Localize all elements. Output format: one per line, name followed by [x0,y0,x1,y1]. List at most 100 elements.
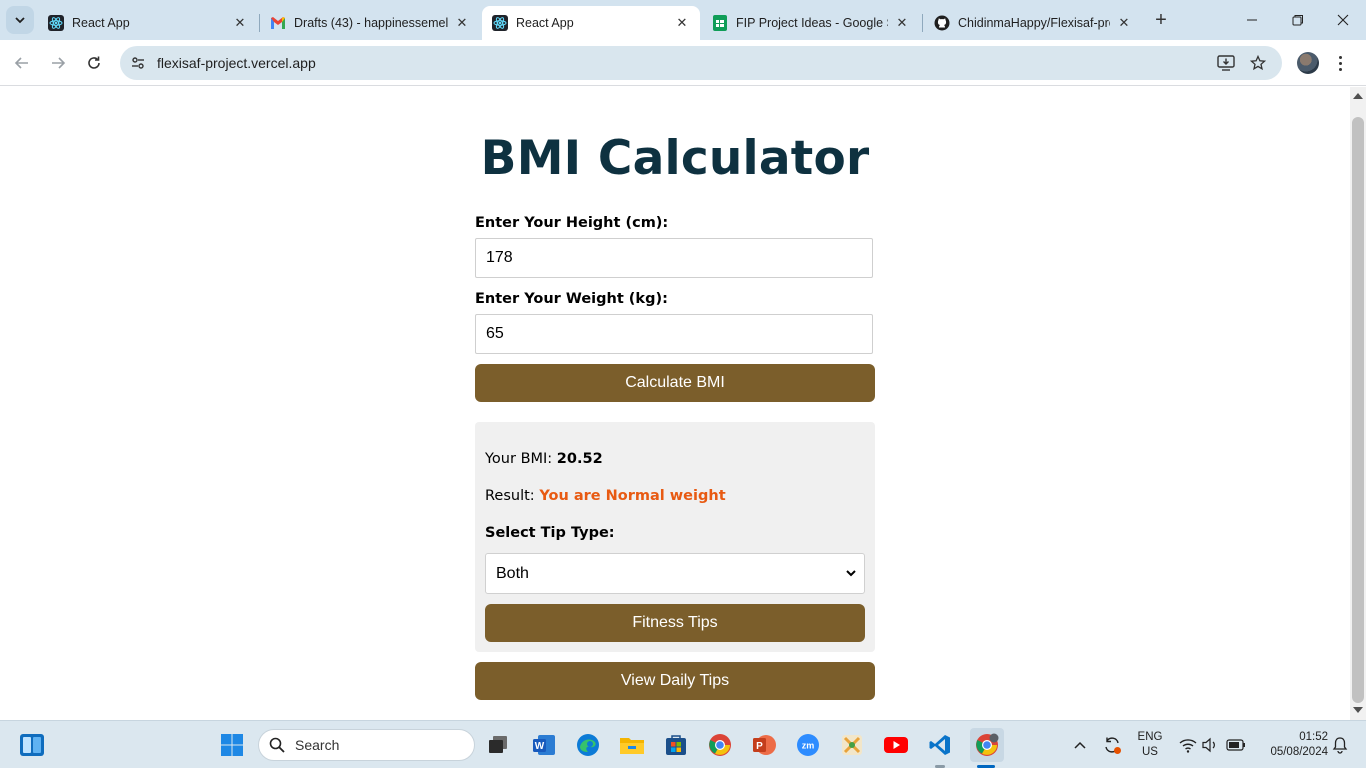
chevron-down-icon [15,17,25,24]
weight-value: 65 [486,325,504,342]
volume-icon[interactable] [1196,731,1224,759]
taskbar-search-box[interactable]: Search [258,729,475,761]
search-icon [269,737,285,753]
windows-start-icon[interactable] [218,731,246,759]
chevron-down-icon [846,570,856,577]
height-value: 178 [486,249,513,266]
restore-icon [1292,15,1303,26]
chrome-icon[interactable] [706,731,734,759]
browser-toolbar: flexisaf-project.vercel.app [0,40,1366,86]
language-code: ENG [1137,731,1163,743]
tab-fip-project-ideas[interactable]: FIP Project Ideas - Google Sh ✕ [702,6,920,40]
close-icon [1337,14,1349,26]
keyboard-layout: US [1142,746,1158,758]
github-icon [934,15,950,31]
tab-title: Drafts (43) - happinessemeli [294,16,448,30]
file-explorer-icon[interactable] [618,731,646,759]
bmi-value: 20.52 [556,451,603,467]
clock-time: 01:52 [1299,731,1328,743]
tab-gmail-drafts[interactable]: Drafts (43) - happinessemeli ✕ [260,6,480,40]
close-icon[interactable]: ✕ [674,15,690,31]
result-status: You are Normal weight [539,488,726,504]
fitness-tips-button[interactable]: Fitness Tips [485,604,865,642]
page-scrollbar[interactable] [1350,87,1366,720]
app-icon[interactable] [838,731,866,759]
word-icon[interactable]: W [530,731,558,759]
powerpoint-icon[interactable]: P [750,731,778,759]
browser-tab-strip: React App ✕ Drafts (43) - happinessemeli… [0,0,1366,40]
zoom-icon[interactable]: zm [794,731,822,759]
task-view-icon[interactable] [484,731,512,759]
sync-icon[interactable] [1098,731,1126,759]
result-prefix: Result: [485,488,540,504]
tip-type-selected: Both [496,564,529,582]
tab-title: FIP Project Ideas - Google Sh [736,16,888,30]
bmi-prefix: Your BMI: [485,451,557,467]
arrow-left-icon [14,57,28,69]
store-icon[interactable] [662,731,690,759]
tab-react-app-1[interactable]: React App ✕ [38,6,258,40]
reload-button[interactable] [80,49,108,77]
svg-text:W: W [535,741,545,752]
tip-type-select[interactable]: Both [485,553,865,594]
tab-react-app-active[interactable]: React App ✕ [482,6,700,40]
restore-button[interactable] [1275,0,1321,40]
widgets-icon[interactable] [18,731,46,759]
sheets-icon [712,15,728,31]
url-text: flexisaf-project.vercel.app [157,55,316,71]
address-bar[interactable]: flexisaf-project.vercel.app [120,46,1282,80]
clock[interactable]: 01:52 05/08/2024 [1256,730,1328,760]
scroll-up-arrow[interactable] [1353,93,1363,99]
tab-github-repo[interactable]: ChidinmaHappy/Flexisaf-pro ✕ [924,6,1142,40]
weight-input[interactable]: 65 [475,314,873,354]
page-viewport: BMI Calculator Enter Your Height (cm): 1… [0,87,1350,720]
scroll-down-arrow[interactable] [1353,707,1363,713]
scroll-thumb[interactable] [1352,117,1364,703]
minimize-button[interactable] [1229,0,1275,40]
close-icon[interactable]: ✕ [232,15,248,31]
height-label: Enter Your Height (cm): [475,215,669,231]
edge-icon[interactable] [574,731,602,759]
minimize-icon [1247,19,1257,21]
svg-text:P: P [756,741,763,752]
tab-title: ChidinmaHappy/Flexisaf-pro [958,16,1110,30]
bmi-category: Result: You are Normal weight [485,488,726,504]
page-title: BMI Calculator [480,131,870,186]
vscode-icon[interactable] [926,731,954,759]
tab-divider [922,14,923,32]
gmail-icon [270,15,286,31]
close-icon[interactable]: ✕ [1116,15,1132,31]
chevron-up-icon[interactable] [1066,731,1094,759]
reload-icon [88,56,100,69]
forward-button[interactable] [44,49,72,77]
weight-label: Enter Your Weight (kg): [475,291,668,307]
battery-icon[interactable] [1222,731,1250,759]
site-settings-icon[interactable] [128,53,148,73]
result-panel: Your BMI: 20.52 Result: You are Normal w… [475,422,875,652]
language-indicator[interactable]: ENG US [1132,730,1168,760]
clock-date: 05/08/2024 [1270,746,1328,758]
tab-title: React App [72,16,130,30]
chrome-profile-icon[interactable] [970,728,1004,762]
tip-type-label: Select Tip Type: [485,525,615,541]
notification-bell-icon[interactable] [1326,731,1354,759]
search-placeholder: Search [295,737,340,753]
view-daily-tips-button[interactable]: View Daily Tips [475,662,875,700]
window-close-button[interactable] [1320,0,1366,40]
calculate-bmi-button[interactable]: Calculate BMI [475,364,875,402]
close-icon[interactable]: ✕ [894,15,910,31]
height-input[interactable]: 178 [475,238,873,278]
close-icon[interactable]: ✕ [454,15,470,31]
new-tab-button[interactable]: + [1148,8,1174,32]
back-button[interactable] [8,49,36,77]
windows-taskbar: Search W P zm ENG US 01:52 05/08/2024 [0,720,1366,768]
react-icon [48,15,64,31]
tab-title: React App [516,16,574,30]
profile-avatar[interactable] [1297,52,1319,74]
react-icon [492,15,508,31]
youtube-icon[interactable] [882,731,910,759]
tab-search-button[interactable] [6,6,34,34]
browser-menu-button[interactable] [1330,50,1350,76]
bookmark-star-icon[interactable] [1248,53,1268,73]
install-app-icon[interactable] [1216,53,1236,73]
